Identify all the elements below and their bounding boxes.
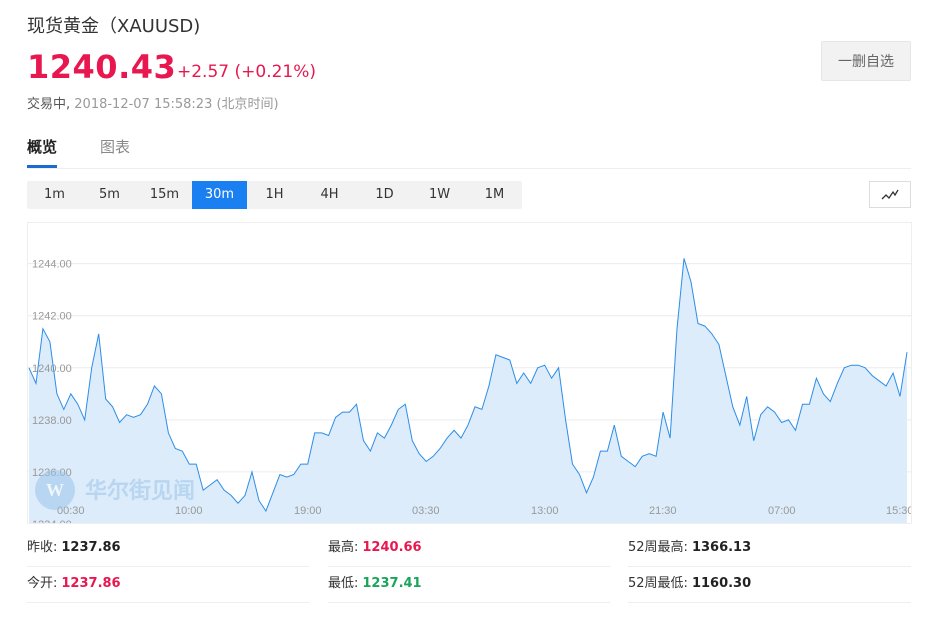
stat-label: 最高: <box>328 540 359 555</box>
stat-low: 最低: 1237.41 <box>328 566 610 603</box>
period-1mo[interactable]: 1M <box>467 181 522 209</box>
stat-value: 1160.30 <box>691 576 752 591</box>
timestamp: 2018-12-07 15:58:23 (北京时间) <box>74 97 279 112</box>
x-tick-label: 19:00 <box>294 505 322 517</box>
stat-prev-close: 昨收: 1237.86 <box>27 530 309 567</box>
y-tick-label: 1242.00 <box>32 311 72 323</box>
stat-open: 今开: 1237.86 <box>27 566 309 603</box>
trading-status: 交易中, 2018-12-07 15:58:23 (北京时间) <box>27 93 279 112</box>
stat-value: 1237.41 <box>362 576 422 591</box>
stat-value: 1240.66 <box>362 540 422 555</box>
price-change: +2.57 (+0.21%) <box>177 62 317 82</box>
stat-high: 最高: 1240.66 <box>328 530 610 567</box>
x-tick-label: 10:00 <box>175 505 203 517</box>
y-tick-label: 1244.00 <box>32 259 72 271</box>
period-1h[interactable]: 1H <box>247 181 302 209</box>
stat-52w-low: 52周最低: 1160.30 <box>628 566 911 603</box>
tab-overview[interactable]: 概览 <box>27 136 58 168</box>
svg-text:W: W <box>46 480 64 500</box>
x-tick-label: 15:30 <box>886 505 912 517</box>
stat-label: 52周最低: <box>628 576 688 591</box>
y-tick-label: 1238.00 <box>32 415 72 427</box>
period-15m[interactable]: 15m <box>137 181 192 209</box>
x-tick-label: 21:30 <box>649 505 677 517</box>
x-tick-label: 13:00 <box>531 505 559 517</box>
x-tick-label: 07:00 <box>768 505 796 517</box>
stat-label: 最低: <box>328 576 359 591</box>
stat-label: 今开: <box>27 576 58 591</box>
period-4h[interactable]: 4H <box>302 181 357 209</box>
chart-type-button[interactable] <box>869 181 911 208</box>
y-tick-label: 1240.00 <box>32 363 72 375</box>
watermark-text: 华尔街见闻 <box>85 478 195 504</box>
stat-label: 昨收: <box>27 540 58 555</box>
stat-value: 1237.86 <box>61 576 121 591</box>
period-selector: 1m 5m 15m 30m 1H 4H 1D 1W 1M <box>27 181 522 209</box>
stat-value: 1366.13 <box>691 540 752 555</box>
stat-52w-high: 52周最高: 1366.13 <box>628 530 911 567</box>
period-5m[interactable]: 5m <box>82 181 137 209</box>
status-label: 交易中, <box>27 97 71 112</box>
period-1w[interactable]: 1W <box>412 181 467 209</box>
period-1m[interactable]: 1m <box>27 181 82 209</box>
period-30m[interactable]: 30m <box>192 181 247 209</box>
period-1d[interactable]: 1D <box>357 181 412 209</box>
page-title: 现货黄金（XAUUSD) <box>27 16 201 37</box>
stat-label: 52周最高: <box>628 540 688 555</box>
remove-watchlist-button[interactable]: 一删自选 <box>821 41 911 81</box>
tab-bar: 概览 图表 <box>27 136 911 169</box>
stat-value: 1237.86 <box>61 540 121 555</box>
price-chart[interactable]: 1234.001236.001238.001240.001242.001244.… <box>27 222 912 524</box>
tab-chart[interactable]: 图表 <box>100 136 130 165</box>
line-chart-icon <box>881 189 899 199</box>
current-price: 1240.43 <box>27 48 177 86</box>
x-tick-label: 03:30 <box>412 505 440 517</box>
